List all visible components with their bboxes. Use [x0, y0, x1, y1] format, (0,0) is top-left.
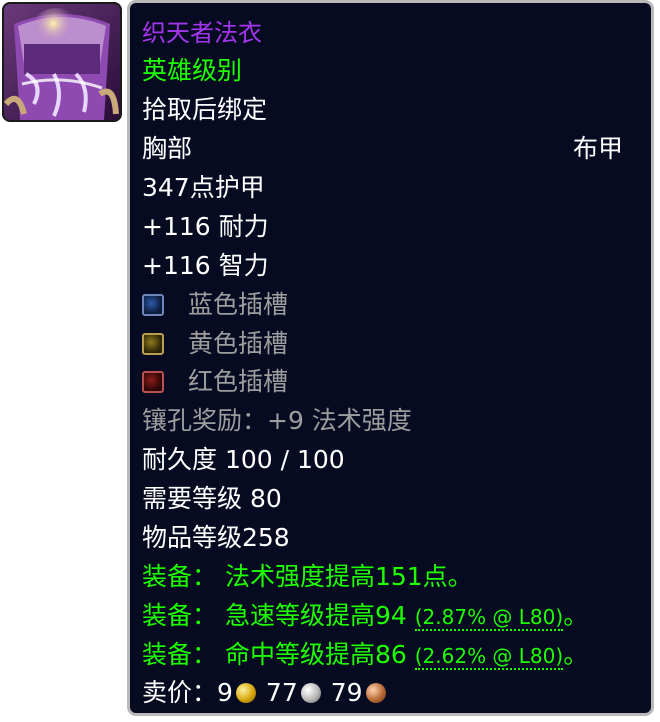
item-tooltip: 织天者法衣 英雄级别 拾取后绑定 胸部 布甲 347点护甲 +116 耐力 +1… — [127, 0, 654, 716]
yellow-socket-icon — [142, 333, 164, 355]
gold-amount: 9 — [217, 678, 233, 707]
equip-prefix: 装备： — [142, 601, 218, 630]
socket-red-label: 红色插槽 — [188, 367, 289, 396]
item-slot: 胸部 — [142, 134, 193, 163]
socket-red-row: 红色插槽 — [142, 366, 288, 398]
stat-stamina: +116 耐力 — [142, 212, 269, 241]
item-quality: 英雄级别 — [142, 56, 243, 85]
equip-text: 命中等级提高86 — [224, 640, 415, 669]
socket-yellow-label: 黄色插槽 — [188, 329, 289, 358]
equip-text: 急速等级提高94 — [224, 601, 415, 630]
copper-amount: 79 — [330, 678, 363, 707]
equip-rating-note: (2.62% @ L80) — [414, 644, 564, 670]
equip-rating-note: (2.87% @ L80) — [414, 605, 564, 631]
blue-socket-icon — [142, 294, 164, 316]
item-robe-icon[interactable] — [2, 2, 122, 122]
equip-effect-spellpower: 装备： 法术强度提高151点。 — [142, 561, 473, 593]
socket-blue-label: 蓝色插槽 — [188, 290, 289, 319]
equip-effect-hit: 装备： 命中等级提高86 (2.62% @ L80)。 — [142, 639, 588, 672]
bind-type: 拾取后绑定 — [142, 95, 268, 124]
socket-bonus: 镶孔奖励：+9 法术强度 — [142, 406, 412, 435]
sell-price-row: 卖价：9 77 79 — [142, 677, 396, 709]
equip-suffix: 。 — [563, 640, 589, 669]
armor-type: 布甲 — [572, 134, 623, 163]
gold-coin-icon — [235, 683, 256, 703]
required-level: 需要等级 80 — [142, 484, 282, 513]
copper-coin-icon — [365, 683, 386, 703]
red-socket-icon — [142, 371, 164, 393]
armor-value: 347点护甲 — [142, 173, 265, 202]
silver-amount: 77 — [265, 678, 298, 707]
equip-suffix: 。 — [563, 601, 589, 630]
equip-effect-haste: 装备： 急速等级提高94 (2.87% @ L80)。 — [142, 600, 588, 633]
sell-price-label: 卖价： — [142, 678, 218, 707]
socket-yellow-row: 黄色插槽 — [142, 328, 288, 360]
equip-prefix: 装备： — [142, 562, 218, 591]
socket-blue-row: 蓝色插槽 — [142, 289, 288, 321]
silver-coin-icon — [300, 683, 321, 703]
durability: 耐久度 100 / 100 — [142, 445, 345, 474]
equip-text: 法术强度提高151点。 — [224, 562, 473, 591]
equip-prefix: 装备： — [142, 640, 218, 669]
item-level: 物品等级258 — [142, 523, 290, 552]
stat-intellect: +116 智力 — [142, 251, 269, 280]
item-name: 织天者法衣 — [142, 19, 262, 47]
slot-row: 胸部 布甲 — [142, 133, 637, 165]
